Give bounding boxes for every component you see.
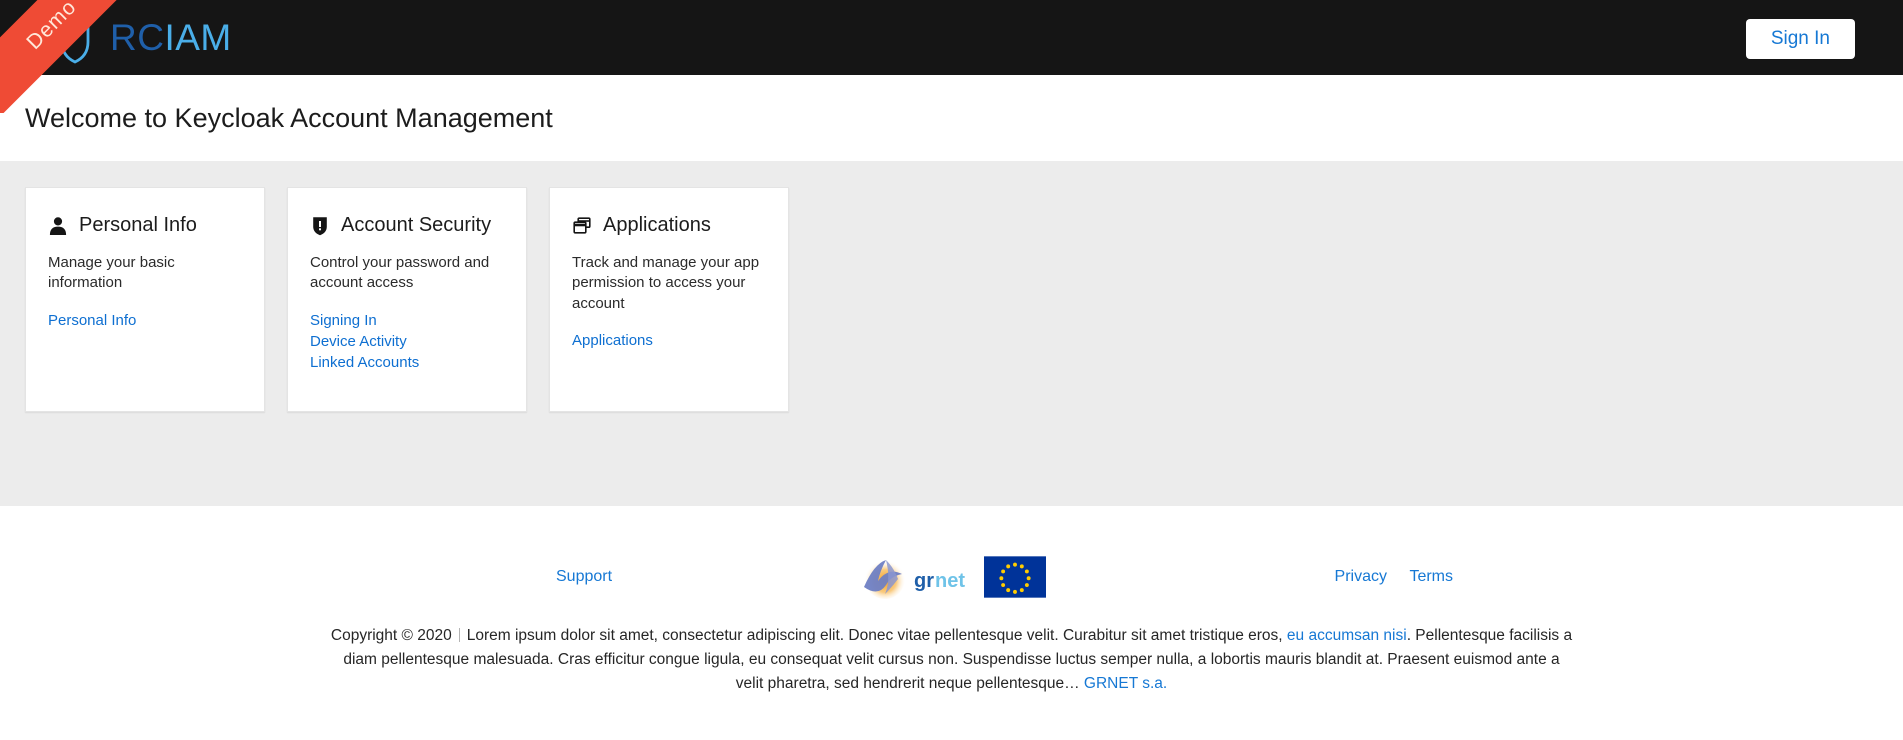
- applications-icon: [573, 216, 591, 234]
- card-links: Signing In Device Activity Linked Accoun…: [310, 312, 504, 371]
- card-description: Control your password and account access: [310, 254, 490, 292]
- footer-link-privacy[interactable]: Privacy: [1335, 568, 1387, 586]
- card-links: Applications: [572, 332, 766, 349]
- copyright-separator: [458, 628, 460, 642]
- copyright-prefix: Copyright © 2020: [330, 627, 452, 644]
- logo-text-primary: RC: [110, 16, 165, 58]
- footer-top-row: Support gr net Privacy Terms: [0, 546, 1903, 608]
- page-header: Demo RCIAM Sign In: [0, 0, 1903, 113]
- grnet-logo-text-bold: gr: [914, 570, 934, 592]
- link-linked-accounts[interactable]: Linked Accounts: [310, 354, 419, 371]
- card-title: Applications: [603, 214, 711, 236]
- grnet-logo-text-light: net: [935, 570, 965, 592]
- rciam-logo[interactable]: RCIAM: [58, 10, 232, 66]
- card-description: Track and manage your app permission to …: [572, 254, 760, 312]
- logo-text-secondary: IAM: [164, 16, 232, 58]
- footer-link-terms[interactable]: Terms: [1409, 568, 1453, 586]
- card-title: Personal Info: [79, 214, 197, 236]
- copyright-text: Copyright © 2020 Lorem ipsum dolor sit am…: [0, 624, 1903, 696]
- card-account-security: Account Security Control your password a…: [287, 187, 527, 412]
- copyright-body-1: Lorem ipsum dolor sit amet, consectetur …: [466, 627, 1287, 644]
- main-content: Personal Info Manage your basic informat…: [0, 161, 1903, 506]
- page-footer: Support gr net Privacy Terms Copyright ©…: [0, 506, 1903, 740]
- page-title: Welcome to Keycloak Account Management: [25, 102, 553, 133]
- card-links: Personal Info: [48, 312, 242, 329]
- copyright-link-accumsan[interactable]: eu accumsan nisi: [1287, 627, 1407, 644]
- footer-link-support[interactable]: Support: [556, 568, 612, 586]
- card-header: Account Security: [310, 214, 504, 237]
- card-title: Account Security: [341, 214, 492, 236]
- link-applications[interactable]: Applications: [572, 332, 653, 349]
- user-icon: [49, 216, 67, 235]
- card-applications: Applications Track and manage your app p…: [549, 187, 789, 412]
- grnet-logo: gr net: [863, 559, 965, 599]
- link-signing-in[interactable]: Signing In: [310, 312, 377, 329]
- rciam-logo-mark: [60, 13, 90, 64]
- card-personal-info: Personal Info Manage your basic informat…: [25, 187, 265, 412]
- copyright-link-grnet[interactable]: GRNET s.a.: [1084, 675, 1167, 692]
- title-band: Welcome to Keycloak Account Management: [0, 75, 1903, 161]
- link-personal-info[interactable]: Personal Info: [48, 312, 136, 329]
- card-header: Applications: [572, 214, 766, 237]
- eu-flag-icon: [983, 556, 1046, 598]
- card-header: Personal Info: [48, 214, 242, 237]
- footer-logos: gr net: [858, 554, 1046, 600]
- link-device-activity[interactable]: Device Activity: [310, 333, 407, 350]
- rciam-logo-text: RCIAM: [110, 17, 232, 59]
- card-description: Manage your basic information: [48, 254, 175, 292]
- sign-in-button[interactable]: Sign In: [1745, 19, 1855, 59]
- shield-icon: [313, 216, 327, 235]
